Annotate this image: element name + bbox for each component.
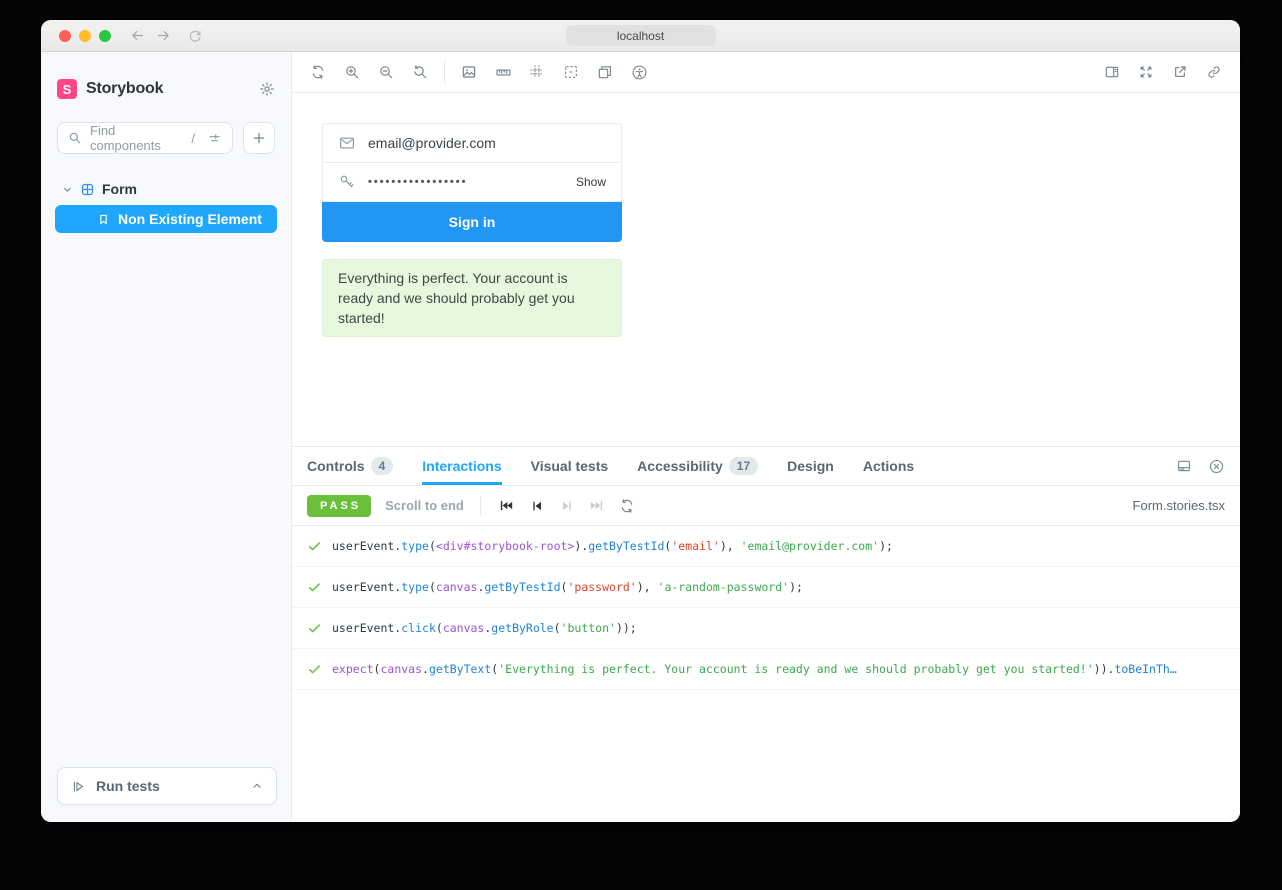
interaction-row[interactable]: userEvent.click(canvas.getByRole('button… [292,608,1240,649]
preview-area: email@provider.com ••••••••••••••••• Sho… [292,52,1240,821]
zoom-window-button[interactable] [99,29,111,42]
sidebar-item-non-existing-element[interactable]: Non Existing Element [55,205,277,233]
panel-bottom-icon[interactable] [1176,458,1192,474]
forward-arrow-icon[interactable] [155,27,172,44]
run-tests-label: Run tests [96,778,160,794]
check-icon [309,541,320,550]
interaction-row[interactable]: userEvent.type(<div#storybook-root>).get… [292,526,1240,567]
run-tests-button[interactable]: Run tests [57,767,277,805]
gear-icon[interactable] [259,81,275,97]
close-window-button[interactable] [59,29,71,42]
tab-actions[interactable]: Actions [863,447,914,485]
status-badge: PASS [307,494,372,517]
search-placeholder: Find components [90,123,161,153]
chevron-up-icon[interactable] [251,780,263,792]
story-label: Non Existing Element [118,211,262,227]
grid-icon[interactable] [523,58,551,86]
check-icon [309,582,320,591]
story-canvas: email@provider.com ••••••••••••••••• Sho… [292,93,1240,446]
open-external-icon[interactable] [1166,58,1194,86]
minimize-window-button[interactable] [79,29,91,42]
url-bar[interactable]: localhost [565,25,716,46]
interaction-row[interactable]: userEvent.type(canvas.getByTestId('passw… [292,567,1240,608]
link-icon[interactable] [1200,58,1228,86]
panel-tabbar: Controls 4 Interactions Visual tests Acc… [292,446,1240,486]
tree-group-form[interactable]: Form [55,176,277,202]
interaction-code: userEvent.type(canvas.getByTestId('passw… [332,580,803,594]
viewport-icon[interactable] [591,58,619,86]
scroll-to-end-button[interactable]: Scroll to end [385,498,464,513]
chevron-down-icon [62,184,73,195]
tab-visual-tests[interactable]: Visual tests [531,447,609,485]
brand-row: S Storybook [41,77,291,101]
bookmark-icon [97,213,110,226]
check-icon [309,664,320,673]
login-form: email@provider.com ••••••••••••••••• Sho… [322,123,622,242]
rerun-icon[interactable] [614,493,640,519]
interactions-toolbar: PASS Scroll to end Form.stories.tsx [292,486,1240,526]
zoom-in-icon[interactable] [338,58,366,86]
tree-group-label: Form [102,181,137,197]
success-message: Everything is perfect. Your account is r… [322,259,622,337]
brand-name: Storybook [86,80,164,97]
search-shortcut: / [191,130,195,146]
interaction-code: userEvent.type(<div#storybook-root>).get… [332,539,893,553]
zoom-out-icon[interactable] [372,58,400,86]
go-to-start-icon[interactable] [494,493,520,519]
search-icon [68,131,82,145]
background-icon[interactable] [455,58,483,86]
accessibility-icon[interactable] [625,58,653,86]
sign-in-button[interactable]: Sign in [322,202,622,242]
filter-icon[interactable] [207,131,222,146]
measure-icon[interactable] [489,58,517,86]
storybook-logo-icon: S [57,79,77,99]
story-file-name: Form.stories.tsx [1132,498,1225,513]
step-back-icon[interactable] [524,493,550,519]
browser-window: localhost S Storybook Find components / [41,20,1240,822]
browser-titlebar: localhost [41,20,1240,52]
tab-controls[interactable]: Controls 4 [307,447,394,485]
mail-icon [338,134,356,152]
remount-icon[interactable] [304,58,332,86]
plus-icon [251,130,267,146]
controls-count-badge: 4 [370,457,394,475]
email-field[interactable]: email@provider.com [322,123,622,163]
fullscreen-icon[interactable] [1132,58,1160,86]
panel-position-icon[interactable] [1098,58,1126,86]
interaction-row[interactable]: expect(canvas.getByText('Everything is p… [292,649,1240,690]
step-forward-icon[interactable] [554,493,580,519]
close-panel-icon[interactable] [1208,458,1225,475]
key-icon [338,173,356,191]
tab-design[interactable]: Design [787,447,834,485]
tab-accessibility[interactable]: Accessibility 17 [637,447,759,485]
interaction-list: userEvent.type(<div#storybook-root>).get… [292,526,1240,821]
reload-icon[interactable] [187,28,203,44]
back-arrow-icon[interactable] [129,27,146,44]
password-mask: ••••••••••••••••• [368,176,468,188]
accessibility-count-badge: 17 [728,457,759,475]
toolbar-divider [479,495,481,516]
interaction-code: expect(canvas.getByText('Everything is p… [332,662,1177,676]
password-field[interactable]: ••••••••••••••••• Show [322,162,622,202]
outline-icon[interactable] [557,58,585,86]
show-password-button[interactable]: Show [576,175,606,189]
email-value: email@provider.com [368,135,496,151]
toolbar-divider [444,60,445,84]
play-tests-icon [71,779,86,794]
search-input[interactable]: Find components / [57,122,233,154]
go-to-end-icon[interactable] [584,493,610,519]
canvas-toolbar [292,52,1240,93]
addon-panel: Controls 4 Interactions Visual tests Acc… [292,446,1240,821]
traffic-lights [59,29,111,42]
component-tree: Form Non Existing Element [41,176,291,233]
component-icon [80,182,95,197]
sidebar: S Storybook Find components / Form Non E… [41,52,292,821]
interaction-code: userEvent.click(canvas.getByRole('button… [332,621,637,635]
check-icon [309,623,320,632]
tab-interactions[interactable]: Interactions [422,447,502,485]
add-button[interactable] [243,122,275,154]
zoom-reset-icon[interactable] [406,58,434,86]
